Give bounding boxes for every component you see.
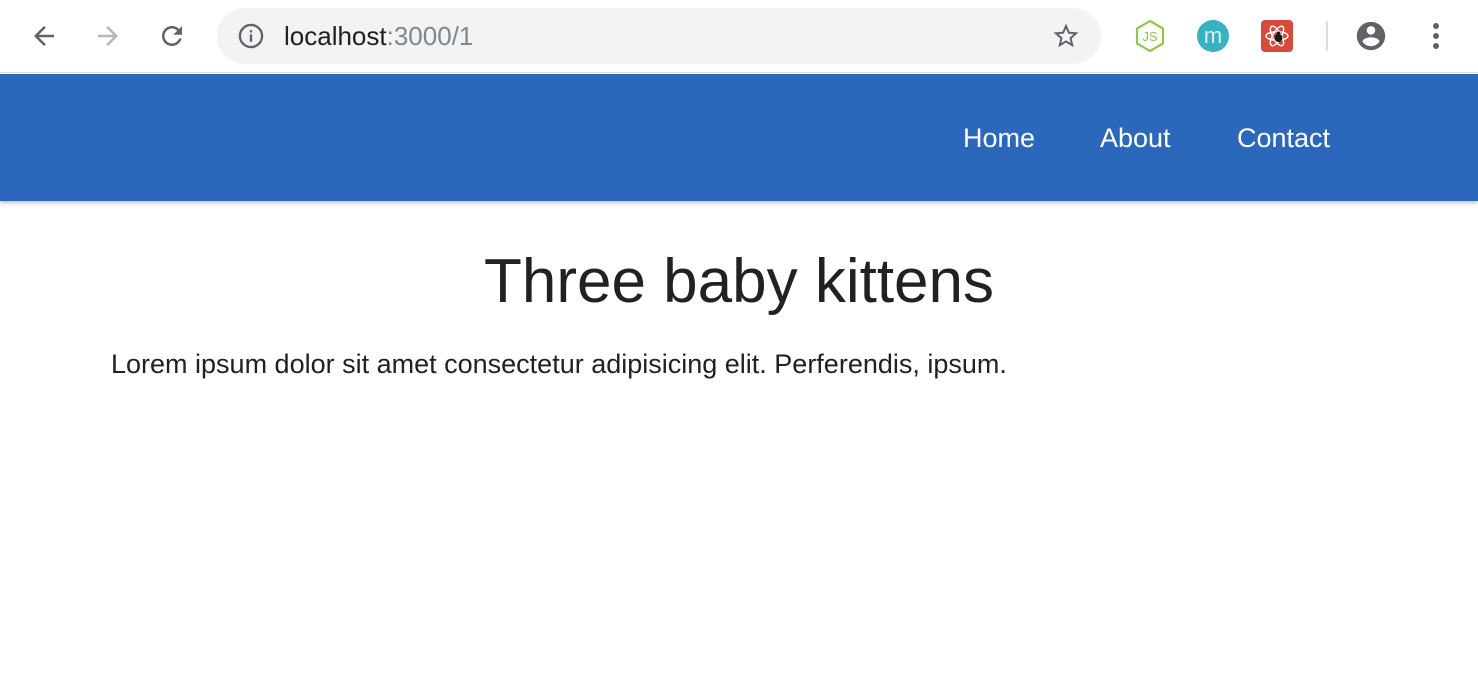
react-bug-icon (1265, 25, 1289, 47)
nav-link-home[interactable]: Home (963, 122, 1035, 154)
vertical-dots-icon[interactable] (1422, 18, 1450, 54)
reload-icon (162, 26, 182, 46)
m-circle-icon: m (1203, 23, 1223, 48)
site-navbar: Home About Contact (0, 74, 1478, 201)
page-title: Three baby kittens (483, 247, 995, 316)
arrow-left-icon (34, 26, 54, 46)
page-body-text: Lorem ipsum dolor sit amet consectetur a… (111, 349, 1007, 379)
reload-button[interactable] (150, 14, 194, 58)
svg-text:JS: JS (1142, 29, 1158, 44)
nav-link-about[interactable]: About (1100, 122, 1171, 154)
nav-links: Home About Contact (0, 74, 1478, 201)
toolbar-divider (1326, 21, 1328, 51)
nodejs-extension-button[interactable]: JS (1133, 19, 1167, 53)
url-text[interactable]: localhost:3000/1 (284, 21, 473, 51)
forward-button[interactable] (86, 14, 130, 58)
m-extension-button[interactable]: m (1197, 20, 1229, 52)
nav-link-contact[interactable]: Contact (1237, 122, 1330, 154)
browser-toolbar: localhost:3000/1 JS m (0, 0, 1478, 73)
back-button[interactable] (22, 14, 66, 58)
account-circle-icon[interactable] (1354, 19, 1388, 53)
nodejs-hexagon-icon: JS (1135, 19, 1165, 53)
address-bar[interactable]: localhost:3000/1 (217, 8, 1101, 64)
react-devtools-extension-button[interactable] (1261, 20, 1293, 52)
url-host: localhost (284, 21, 387, 51)
info-circle-icon[interactable] (237, 22, 265, 50)
url-path: :3000/1 (386, 21, 474, 51)
star-outline-icon[interactable] (1051, 21, 1081, 51)
arrow-right-icon (98, 26, 118, 46)
